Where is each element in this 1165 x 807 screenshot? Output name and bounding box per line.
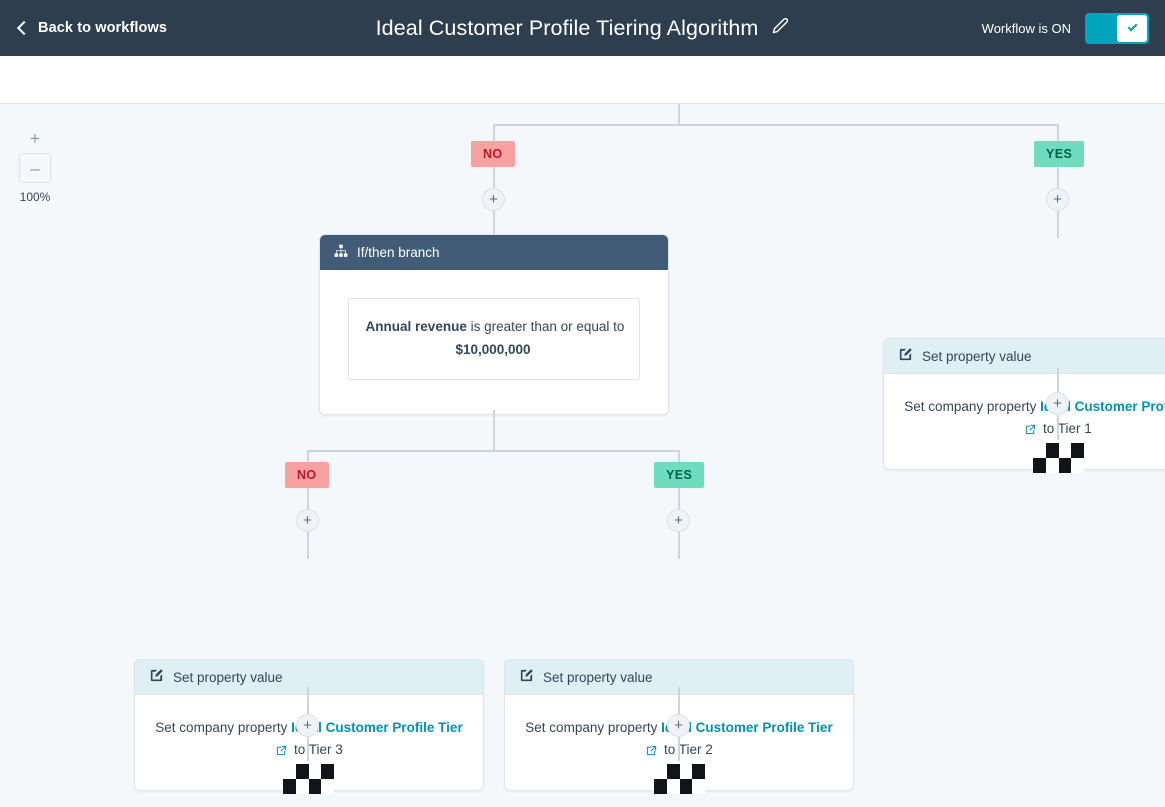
back-to-workflows-label: Back to workflows [38, 20, 167, 36]
set-property-value-tier1: Tier 1 [1058, 421, 1092, 436]
plus-icon: + [674, 718, 683, 733]
chevron-left-icon [17, 20, 31, 34]
set-property-value-title-tier3: Set property value [173, 670, 283, 685]
toggle-knob [1117, 15, 1147, 42]
edit-square-icon [149, 668, 164, 686]
check-icon [1127, 22, 1137, 32]
plus-icon: + [30, 130, 40, 147]
badge-yes-bottom-label: YES [666, 468, 692, 482]
checkered-flag-icon-end-tier2 [654, 764, 705, 794]
set-property-prefix-tier1: Set company property [904, 399, 1036, 414]
connector-plus-to-end-tier1 [1057, 415, 1059, 443]
connector-branch-bar [307, 450, 679, 452]
top-bar: Back to workflows Ideal Customer Profile… [0, 0, 1165, 56]
connector-plus-to-tier3-card [307, 532, 309, 559]
set-property-prefix-tier3: Set company property [155, 720, 287, 735]
checkered-flag-icon-end-tier3 [283, 764, 334, 794]
connector-plus-to-tier1-card [1057, 211, 1059, 238]
workflow-status-label: Workflow is ON [982, 21, 1071, 36]
zoom-controls: + – 100% [19, 123, 51, 204]
condition-property: Annual revenue [366, 319, 467, 334]
plus-icon: + [1053, 396, 1062, 411]
if-then-branch-card[interactable]: If/then branch Annual revenue is greater… [319, 234, 669, 415]
connector-tier3-to-plus [307, 687, 309, 714]
connector-tier1-to-plus [1057, 368, 1059, 392]
badge-no-bottom-label: NO [297, 468, 317, 482]
back-to-workflows-link[interactable]: Back to workflows [19, 20, 167, 36]
badge-yes-bottom: YES [654, 462, 704, 488]
set-property-prefix-tier2: Set company property [525, 720, 657, 735]
badge-no-top: NO [471, 141, 515, 167]
plus-icon: + [489, 192, 498, 207]
set-property-value-card-tier1[interactable]: Set property value Set company property … [883, 338, 1165, 470]
minus-icon: – [30, 160, 39, 177]
pencil-icon[interactable] [772, 17, 789, 39]
connector-plus-to-end-tier3 [307, 737, 309, 764]
zoom-in-button[interactable]: + [19, 123, 51, 153]
add-action-yes-top[interactable]: + [1046, 188, 1069, 211]
add-action-no-bottom[interactable]: + [296, 509, 319, 532]
plus-icon: + [303, 513, 312, 528]
set-property-value-body-tier1: Set company property Ideal Customer Prof… [884, 374, 1165, 469]
set-property-value-header-tier3: Set property value [135, 660, 483, 695]
workflow-canvas[interactable]: + – 100% NO YES + + [0, 104, 1165, 807]
if-then-branch-title: If/then branch [357, 245, 440, 260]
toolbar: Alerts Actions Settings History Enroll [0, 56, 1165, 104]
condition-value: $10,000,000 [455, 342, 530, 357]
connector-plus-to-end-tier2 [678, 737, 680, 764]
workflow-toggle-area: Workflow is ON [982, 0, 1149, 56]
edit-square-icon [898, 347, 913, 365]
branch-icon [334, 244, 348, 261]
add-action-after-tier3[interactable]: + [296, 714, 319, 737]
add-action-after-tier2[interactable]: + [667, 714, 690, 737]
plus-icon: + [1053, 192, 1062, 207]
zoom-level-label: 100% [19, 190, 51, 204]
branch-condition-box: Annual revenue is greater than or equal … [348, 298, 640, 380]
plus-icon: + [303, 718, 312, 733]
badge-yes-top: YES [1034, 141, 1084, 167]
connector-branch-stem [493, 410, 495, 451]
set-property-value-tier3: Tier 3 [309, 742, 343, 757]
set-property-connector-tier3: to [294, 742, 305, 757]
set-property-connector-tier2: to [664, 742, 675, 757]
set-property-value-title-tier2: Set property value [543, 670, 653, 685]
connector-root-stem [678, 104, 680, 125]
if-then-branch-header: If/then branch [320, 235, 668, 270]
plus-icon: + [674, 513, 683, 528]
condition-operator: is greater than or equal to [471, 319, 625, 334]
if-then-branch-body: Annual revenue is greater than or equal … [320, 270, 668, 414]
checkered-flag-icon-end-tier1 [1033, 443, 1084, 473]
connector-plus-to-tier2-card [678, 532, 680, 559]
badge-no-bottom: NO [285, 462, 329, 488]
badge-no-top-label: NO [483, 147, 503, 161]
page-title: Ideal Customer Profile Tiering Algorithm [376, 16, 759, 41]
badge-yes-top-label: YES [1046, 147, 1072, 161]
connector-root-bar [493, 124, 1059, 126]
workflow-on-off-toggle[interactable] [1085, 13, 1149, 44]
edit-square-icon [519, 668, 534, 686]
add-action-yes-bottom[interactable]: + [667, 509, 690, 532]
set-property-connector-tier1: to [1043, 421, 1054, 436]
add-action-after-tier1[interactable]: + [1046, 392, 1069, 415]
connector-tier2-to-plus [678, 687, 680, 714]
set-property-value-title-tier1: Set property value [922, 349, 1032, 364]
set-property-value-tier2: Tier 2 [679, 742, 713, 757]
set-property-value-header-tier1: Set property value [884, 339, 1165, 374]
zoom-out-button[interactable]: – [19, 153, 51, 183]
add-action-no-top[interactable]: + [482, 188, 505, 211]
